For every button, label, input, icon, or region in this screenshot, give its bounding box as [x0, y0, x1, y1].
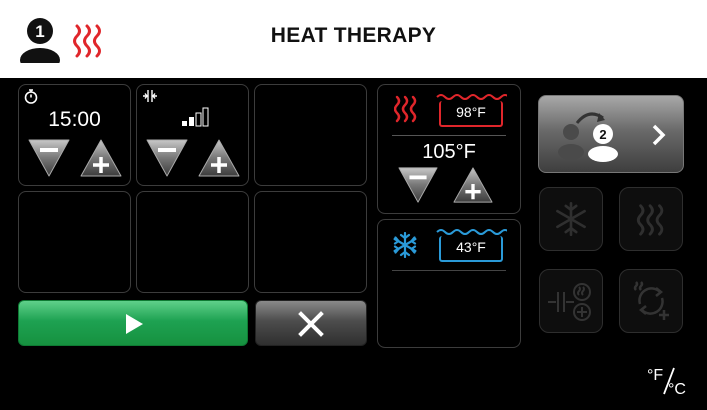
heat-current-temp-box: 98°F	[439, 101, 503, 127]
close-icon	[298, 311, 324, 337]
timer-tile: 15:00	[18, 84, 131, 186]
minus-icon	[409, 175, 427, 180]
intensity-level-bars	[182, 107, 209, 127]
heat-mode-button[interactable]	[619, 187, 683, 251]
heat-waves-icon	[636, 204, 664, 236]
heat-decrease-button[interactable]	[395, 165, 441, 205]
cold-current-temp: 43°F	[456, 239, 486, 255]
cancel-button[interactable]	[255, 300, 367, 346]
heat-cold-cycle-icon	[548, 283, 591, 321]
svg-text:°F: °F	[647, 367, 663, 384]
heat-divider	[392, 135, 506, 136]
start-button[interactable]	[18, 300, 248, 346]
heat-current-temp: 98°F	[456, 104, 486, 120]
alternate-icon	[633, 281, 669, 320]
header-bar: 1 HEAT THERAPY	[0, 0, 707, 78]
switch-user-button[interactable]: 2	[538, 95, 684, 173]
intensity-decrease-button[interactable]	[143, 137, 191, 179]
cold-panel: 43°F	[377, 219, 521, 348]
alternate-mode-button[interactable]	[619, 269, 683, 333]
empty-tile	[136, 191, 249, 293]
cold-divider	[392, 270, 506, 271]
timer-value: 15:00	[48, 108, 101, 131]
minus-icon	[158, 148, 176, 152]
cold-current-temp-box: 43°F	[439, 236, 503, 262]
heat-increase-button[interactable]	[450, 165, 496, 205]
snowflake-icon	[393, 232, 417, 258]
cold-mode-button[interactable]	[539, 187, 603, 251]
page-title: HEAT THERAPY	[270, 24, 437, 47]
heat-target-temp: 105°F	[422, 141, 476, 163]
intensity-icon	[143, 90, 157, 102]
chevron-right-icon	[652, 124, 666, 146]
timer-icon	[24, 89, 38, 104]
heat-cold-cycle-button[interactable]	[539, 269, 603, 333]
intensity-tile	[136, 84, 249, 186]
empty-tile	[254, 84, 367, 186]
minus-icon	[40, 148, 58, 152]
units-icon: °F °C	[647, 367, 686, 398]
switch-user-number: 2	[599, 127, 606, 142]
svg-text:°C: °C	[668, 381, 686, 398]
empty-tile	[18, 191, 131, 293]
switch-user-icon: 2	[558, 112, 618, 162]
heat-panel: 98°F 105°F	[377, 84, 521, 214]
timer-decrease-button[interactable]	[25, 137, 73, 179]
units-toggle-button[interactable]: °F °C	[644, 362, 696, 398]
play-icon	[126, 314, 143, 334]
heat-waves-icon	[394, 95, 417, 123]
empty-tile	[254, 191, 367, 293]
intensity-increase-button[interactable]	[195, 137, 243, 179]
snowflake-icon	[556, 202, 586, 236]
timer-increase-button[interactable]	[77, 137, 125, 179]
